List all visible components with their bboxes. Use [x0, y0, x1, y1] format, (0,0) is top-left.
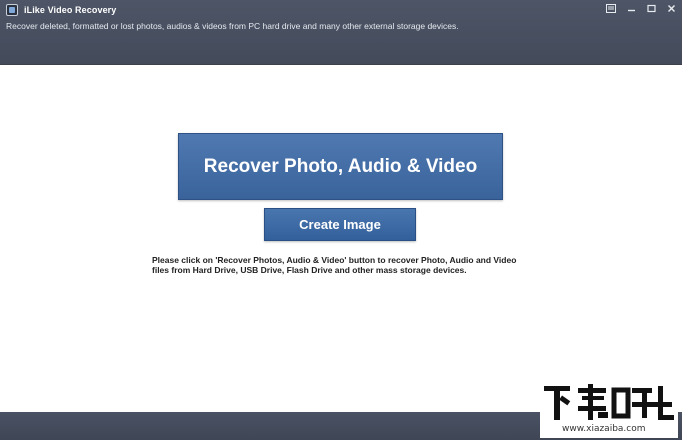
watermark-url: www.xiazaiba.com	[562, 424, 646, 434]
maximize-button[interactable]	[644, 2, 658, 14]
create-image-button[interactable]: Create Image	[264, 208, 416, 241]
main-panel: Recover Photo, Audio & Video Create Imag…	[0, 65, 682, 412]
menu-button[interactable]	[604, 2, 618, 14]
app-title: iLike Video Recovery	[24, 5, 117, 15]
close-button[interactable]	[664, 2, 678, 14]
maximize-icon	[646, 4, 656, 12]
watermark: www.xiazaiba.com	[540, 380, 678, 438]
recover-photo-audio-video-button[interactable]: Recover Photo, Audio & Video	[178, 133, 503, 200]
create-image-button-label: Create Image	[299, 217, 381, 232]
instruction-line-1: Please click on 'Recover Photos, Audio &…	[152, 255, 517, 265]
instruction-text: Please click on 'Recover Photos, Audio &…	[152, 255, 542, 275]
window-controls	[604, 2, 678, 14]
recover-button-label: Recover Photo, Audio & Video	[203, 155, 478, 177]
app-logo-icon	[6, 4, 18, 16]
title-bar[interactable]: iLike Video Recovery Recover deleted, fo…	[0, 0, 682, 65]
minimize-button[interactable]	[624, 2, 638, 14]
app-window: iLike Video Recovery Recover deleted, fo…	[0, 0, 682, 440]
app-subtitle: Recover deleted, formatted or lost photo…	[6, 21, 459, 31]
menu-icon	[606, 3, 616, 13]
minimize-icon	[627, 9, 635, 11]
instruction-line-2: files from Hard Drive, USB Drive, Flash …	[152, 265, 467, 275]
watermark-logo-icon	[544, 384, 674, 420]
close-icon	[667, 4, 675, 12]
